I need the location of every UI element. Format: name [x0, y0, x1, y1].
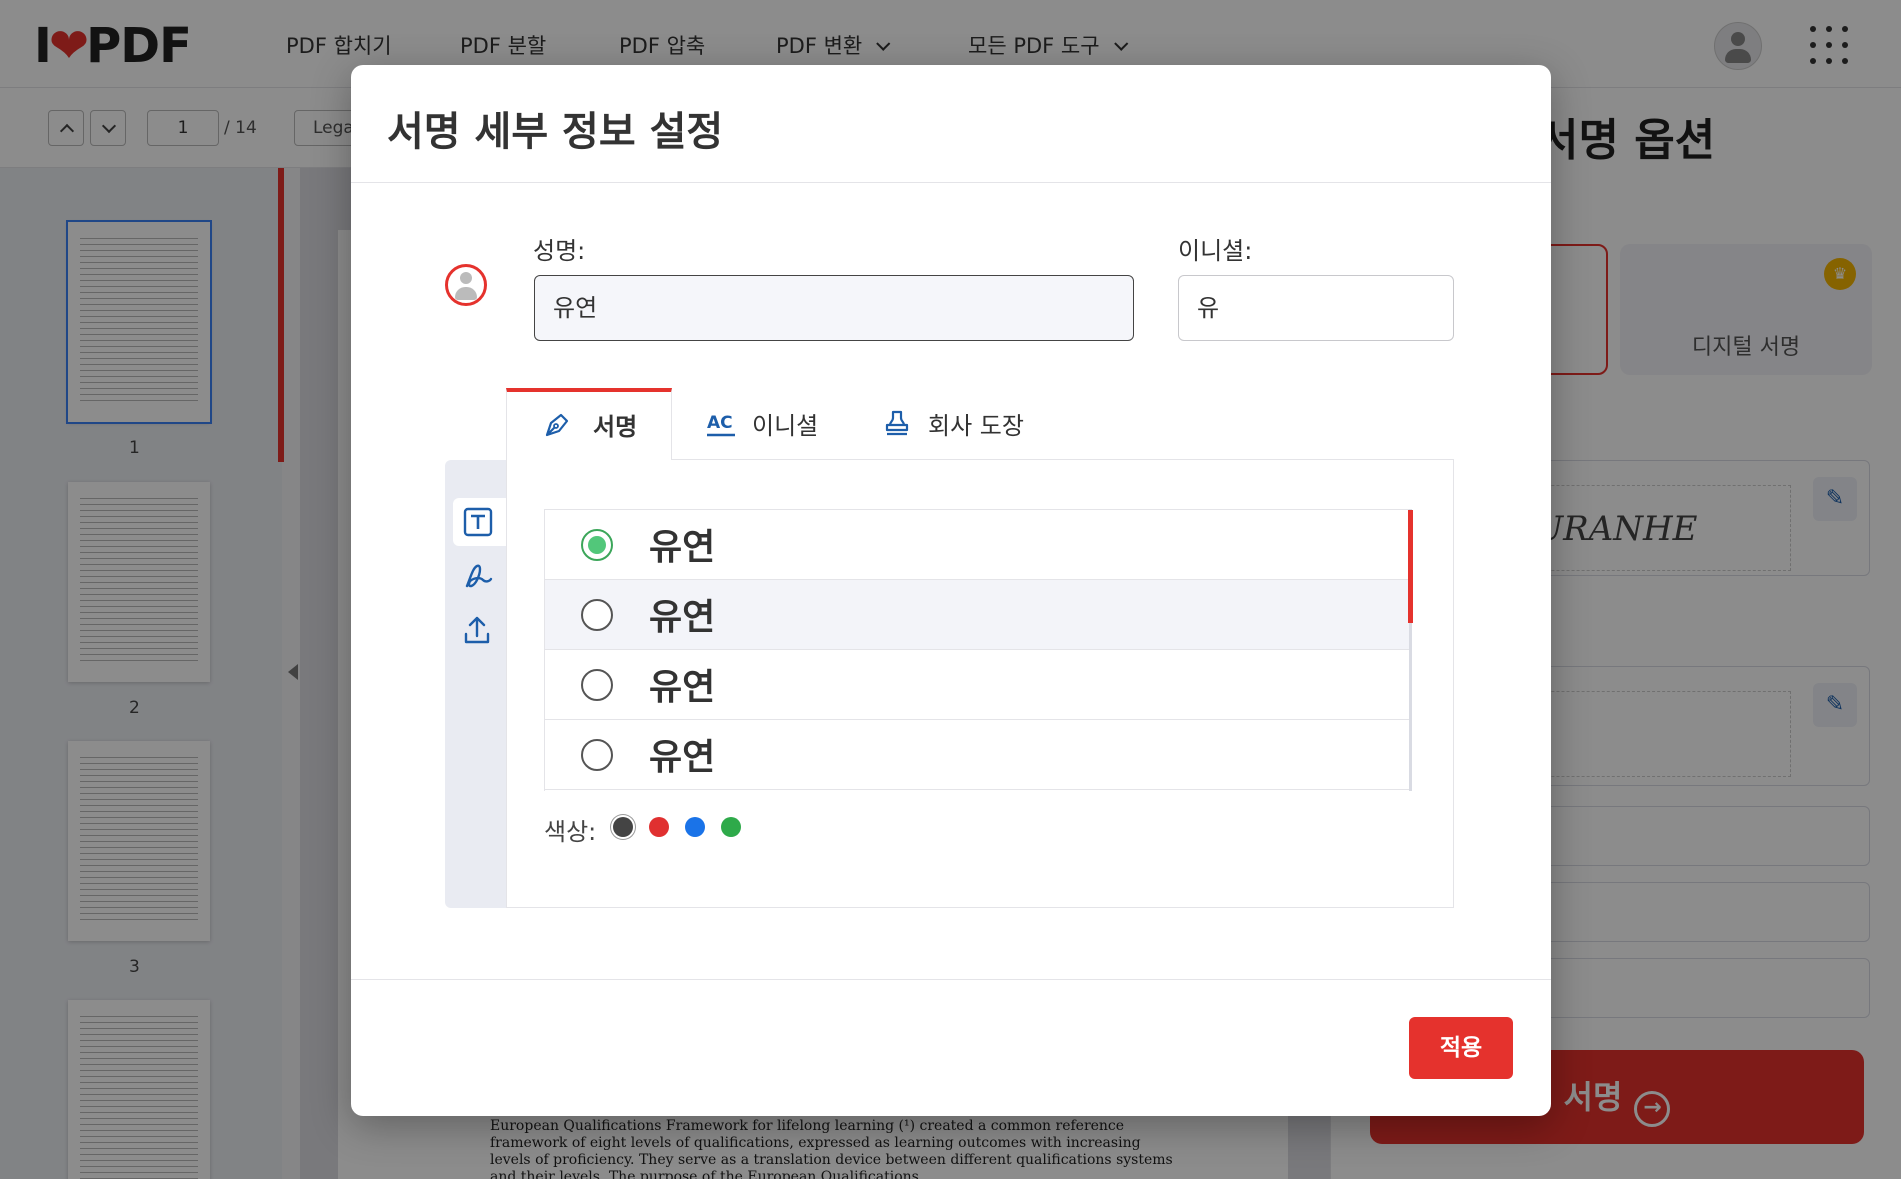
- user-icon: [445, 264, 487, 306]
- full-name-input[interactable]: 유연: [534, 275, 1134, 341]
- draw-signature-button[interactable]: [453, 552, 501, 600]
- upload-signature-button[interactable]: [453, 606, 501, 654]
- tab-signature-label: 서명: [593, 413, 638, 441]
- signature-details-modal: 서명 세부 정보 설정 성명: 유연 이니셜: 유 서명 AC 이니셜 회사 도…: [351, 65, 1551, 1116]
- tab-initials-label: 이니셜: [752, 412, 819, 440]
- text-type-button[interactable]: [453, 498, 507, 546]
- color-swatch-blue[interactable]: [685, 817, 705, 837]
- tab-company-stamp-label: 회사 도장: [928, 412, 1024, 440]
- stamp-icon: [885, 410, 909, 436]
- color-swatch-gray[interactable]: [613, 817, 633, 837]
- apply-button[interactable]: 적용: [1409, 1017, 1513, 1079]
- color-swatch-red[interactable]: [649, 817, 669, 837]
- signature-type-rail: [445, 460, 507, 908]
- modal-header: 서명 세부 정보 설정: [351, 65, 1551, 183]
- color-label: 색상:: [544, 818, 597, 846]
- modal-title: 서명 세부 정보 설정: [387, 109, 724, 155]
- signature-style-list: 유연 유연 유연 유연: [544, 509, 1412, 791]
- text-type-icon: [463, 507, 493, 537]
- signature-style-text: 유연: [649, 737, 716, 778]
- radio-unselected[interactable]: [581, 739, 613, 771]
- radio-selected[interactable]: [581, 529, 613, 561]
- ac-initials-icon: AC: [707, 413, 735, 437]
- signature-style-text: 유연: [649, 667, 716, 708]
- modal-footer: [351, 979, 1551, 1116]
- tab-initials[interactable]: AC 이니셜: [672, 388, 852, 460]
- signature-style-text: 유연: [649, 597, 716, 638]
- signature-style-option[interactable]: 유연: [545, 650, 1411, 720]
- tab-signature[interactable]: 서명: [506, 388, 672, 460]
- signature-style-text: 유연: [649, 527, 716, 568]
- radio-unselected[interactable]: [581, 669, 613, 701]
- tab-company-stamp[interactable]: 회사 도장: [852, 388, 1052, 460]
- signature-style-option[interactable]: 유연: [545, 510, 1411, 580]
- svg-text:AC: AC: [707, 413, 733, 433]
- color-swatch-green[interactable]: [721, 817, 741, 837]
- initials-label: 이니셜:: [1178, 237, 1253, 265]
- pen-nib-icon: [545, 413, 569, 437]
- signature-style-option[interactable]: 유연: [545, 720, 1411, 790]
- full-name-label: 성명:: [533, 237, 586, 265]
- radio-unselected[interactable]: [581, 599, 613, 631]
- draw-signature-icon: [465, 564, 493, 588]
- signature-style-option[interactable]: 유연: [545, 580, 1411, 650]
- initials-input[interactable]: 유: [1178, 275, 1454, 341]
- list-scrollbar-thumb[interactable]: [1408, 510, 1413, 623]
- upload-icon: [464, 616, 490, 644]
